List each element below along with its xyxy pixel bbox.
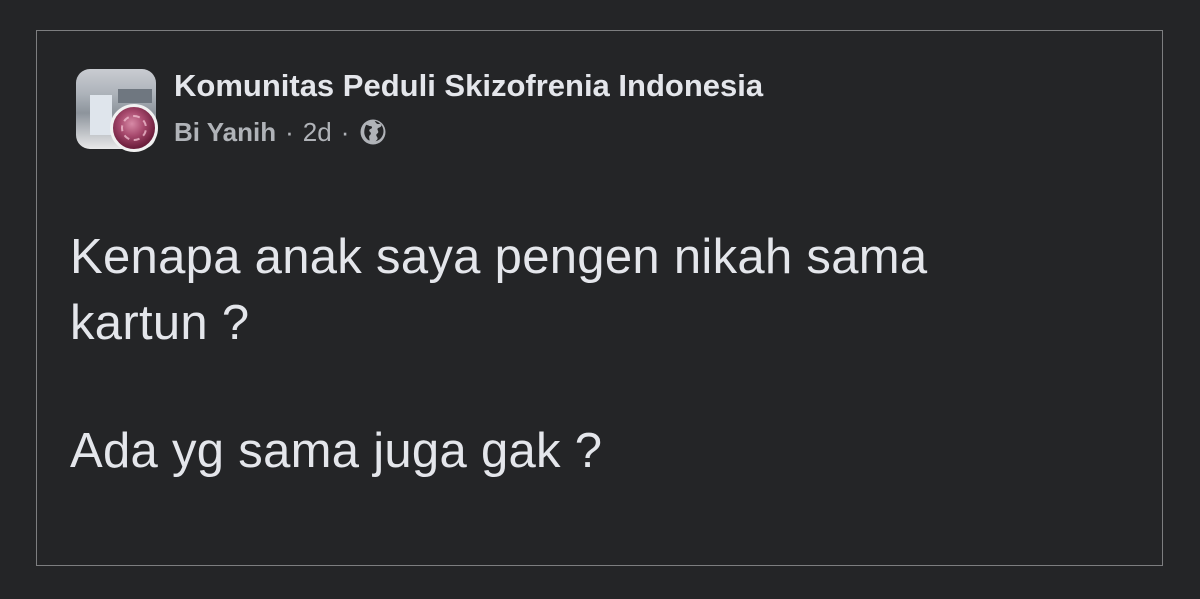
globe-icon[interactable]: [358, 117, 388, 147]
group-avatar-detail: [90, 95, 112, 135]
separator-dot: ·: [340, 116, 350, 147]
post-header: Komunitas Peduli Skizofrenia Indonesia B…: [76, 66, 763, 156]
separator-dot: ·: [285, 116, 294, 147]
author-avatar-pattern: [121, 115, 147, 141]
avatar-stack[interactable]: [76, 66, 166, 156]
group-avatar-detail: [118, 89, 152, 103]
post-timestamp[interactable]: 2d: [303, 117, 332, 148]
post-meta: Komunitas Peduli Skizofrenia Indonesia B…: [174, 66, 763, 150]
post-subline: Bi Yanih · 2d ·: [174, 114, 763, 150]
post-body: Kenapa anak saya pengen nikah sama kartu…: [70, 224, 1070, 484]
author-avatar[interactable]: [110, 104, 158, 152]
group-name-link[interactable]: Komunitas Peduli Skizofrenia Indonesia: [174, 66, 763, 106]
author-name-link[interactable]: Bi Yanih: [174, 117, 276, 148]
post-paragraph: Kenapa anak saya pengen nikah sama kartu…: [70, 230, 928, 350]
post-paragraph: Ada yg sama juga gak ?: [70, 424, 603, 478]
